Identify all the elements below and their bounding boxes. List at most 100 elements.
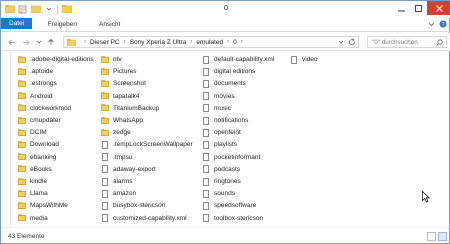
folder-item[interactable]: Pictures	[101, 66, 136, 77]
folder-item[interactable]: WhatsApp	[101, 115, 143, 126]
item-name: sounds	[214, 190, 235, 198]
close-button[interactable]	[427, 1, 450, 15]
file-item[interactable]: alarms	[101, 176, 133, 187]
file-item[interactable]: speedsoftware	[202, 200, 256, 211]
folder-item[interactable]: .estrongs	[18, 78, 57, 89]
refresh-icon[interactable]	[348, 38, 356, 48]
recent-locations-button[interactable]	[34, 37, 44, 47]
item-name: ntv	[113, 56, 122, 63]
file-item[interactable]: busybox-stericson	[101, 200, 165, 211]
file-item[interactable]: music	[202, 103, 231, 114]
breadcrumb-separator-icon[interactable]: ›	[190, 39, 192, 45]
search-input[interactable]: "0" durchsuchen	[367, 36, 447, 48]
item-name: .aptoide	[30, 68, 54, 76]
explorer-window: 0 Datei Start Freigeben Ansicht ?	[0, 0, 450, 244]
file-item[interactable]: amazon	[101, 188, 136, 199]
ribbon-tabs: Datei Start Freigeben Ansicht ?	[1, 18, 450, 32]
file-icon	[202, 140, 210, 149]
breadcrumb-separator-icon[interactable]: ›	[227, 39, 229, 45]
folder-icon	[101, 128, 109, 137]
item-name: .adobe-digital-editions	[30, 56, 94, 63]
folder-item[interactable]: media	[18, 213, 48, 224]
back-button[interactable]	[7, 37, 17, 47]
help-icon[interactable]: ?	[439, 20, 447, 30]
search-icon[interactable]	[436, 39, 443, 48]
folder-item[interactable]: ntv	[101, 54, 122, 65]
list-view-button[interactable]	[438, 232, 447, 241]
search-placeholder: "0" durchsuchen	[372, 38, 418, 46]
up-button[interactable]	[46, 37, 56, 47]
folder-icon	[18, 189, 26, 198]
forward-button[interactable]	[21, 37, 31, 47]
breadcrumb-current[interactable]: 0	[233, 39, 237, 46]
file-item[interactable]: .tempLockScreenWallpaper	[101, 139, 193, 150]
minimize-button[interactable]	[393, 1, 410, 15]
folder-item[interactable]: .adobe-digital-editions	[18, 54, 94, 65]
tab-share[interactable]: Freigeben	[37, 18, 88, 31]
file-item[interactable]: pocketinformant	[202, 152, 260, 163]
item-name: clockworkmod	[30, 104, 72, 112]
folder-item[interactable]: Download	[18, 139, 59, 150]
breadcrumb-device[interactable]: Sony Xperia Z Ultra	[130, 39, 187, 46]
folder-item[interactable]: MapsWithMe	[18, 200, 68, 211]
file-item[interactable]: podcasts	[202, 164, 240, 175]
breadcrumb-separator-icon[interactable]: ›	[124, 39, 126, 45]
file-item[interactable]: openfeint	[202, 127, 241, 138]
expand-ribbon-icon[interactable]	[428, 21, 435, 29]
navigation-pane[interactable]	[1, 52, 11, 227]
file-item[interactable]: default-capability.xml	[202, 54, 274, 65]
folder-item[interactable]: zedge	[101, 127, 131, 138]
file-item[interactable]: video	[290, 54, 318, 65]
folder-item[interactable]: ebanking	[18, 152, 56, 163]
item-name: notifications	[214, 117, 249, 124]
folder-item[interactable]: .aptoide	[18, 66, 53, 77]
item-name: busybox-stericson	[113, 202, 166, 210]
file-icon	[101, 177, 109, 186]
folder-item[interactable]: Screenshot	[101, 78, 146, 89]
item-name: .tempLockScreenWallpaper	[113, 141, 193, 149]
folder-item[interactable]: TitaniumBackup	[101, 103, 159, 114]
folder-item[interactable]: DCIM	[18, 127, 47, 138]
item-name: adaway-export	[113, 165, 156, 173]
address-bar[interactable]: › Dieser PC › Sony Xperia Z Ultra › emul…	[63, 36, 359, 48]
item-count: 43 Elemente	[8, 233, 45, 240]
item-name: Android	[30, 92, 53, 100]
file-item[interactable]: .tmpsu	[101, 152, 133, 163]
file-item[interactable]: toolbox-stericson	[202, 213, 263, 224]
folder-item[interactable]: cmupdater	[18, 115, 61, 126]
folder-icon	[18, 116, 26, 125]
file-icon	[202, 79, 210, 88]
tab-view[interactable]: Ansicht	[88, 18, 131, 31]
breadcrumb-separator-icon[interactable]: ›	[241, 39, 243, 45]
breadcrumb-this-pc[interactable]: Dieser PC	[90, 39, 120, 46]
folder-item[interactable]: tapatalk4	[101, 91, 139, 102]
file-item[interactable]: sounds	[202, 188, 235, 199]
item-name: alarms	[113, 178, 133, 185]
file-item[interactable]: movies	[202, 91, 235, 102]
folder-item[interactable]: Android	[18, 91, 52, 102]
file-item[interactable]: playlists	[202, 139, 237, 150]
title-bar: 0	[1, 1, 450, 18]
item-name: DCIM	[30, 129, 47, 137]
details-view-button[interactable]	[427, 232, 436, 241]
file-item[interactable]: documents	[202, 78, 246, 89]
tab-file[interactable]: Datei	[1, 18, 33, 29]
folder-item[interactable]: kindle	[18, 176, 47, 187]
file-item[interactable]: digital editions	[202, 66, 255, 77]
address-history-icon[interactable]	[338, 38, 344, 48]
file-list: .adobe-digital-editions .aptoide .estrongs…	[14, 54, 444, 226]
item-name: Screenshot	[113, 80, 146, 88]
breadcrumb-separator-icon[interactable]: ›	[84, 39, 86, 45]
maximize-button[interactable]	[410, 1, 427, 15]
file-item[interactable]: ringtones	[202, 176, 241, 187]
window-title: 0	[224, 5, 228, 12]
folder-item[interactable]: Llama	[18, 188, 48, 199]
file-icon	[202, 55, 210, 64]
file-item[interactable]: notifications	[202, 115, 248, 126]
file-item[interactable]: customized-capability.xml	[101, 213, 187, 224]
folder-item[interactable]: clockworkmod	[18, 103, 71, 114]
breadcrumb-emulated[interactable]: emulated	[196, 39, 223, 46]
folder-icon	[18, 201, 26, 210]
file-item[interactable]: adaway-export	[101, 164, 156, 175]
folder-item[interactable]: eBooks	[18, 164, 52, 175]
